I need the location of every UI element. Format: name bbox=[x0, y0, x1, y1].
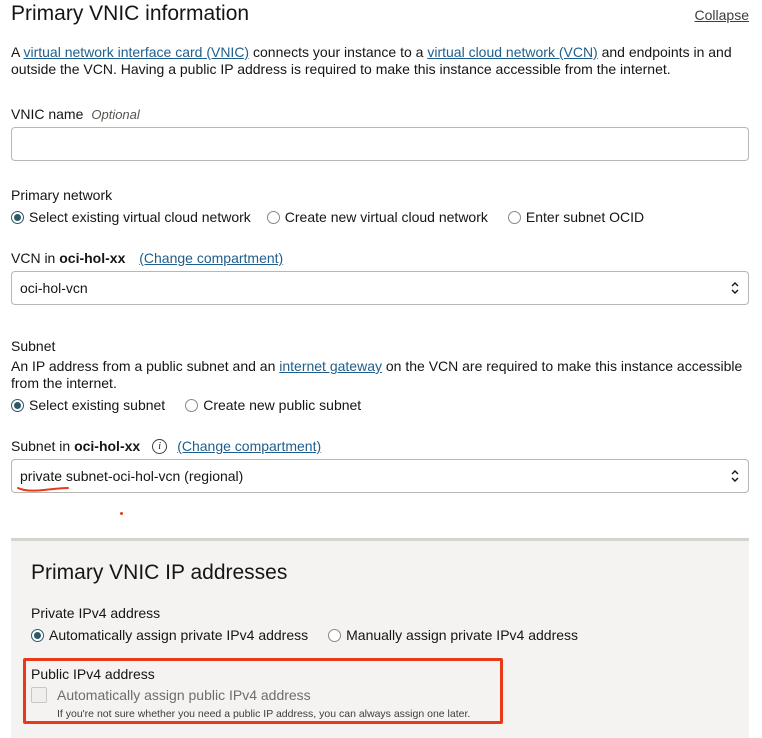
intro-text: A virtual network interface card (VNIC) … bbox=[11, 44, 746, 78]
radio-label: Select existing subnet bbox=[29, 397, 166, 413]
subnet-selected-value: private subnet-oci-hol-vcn (regional) bbox=[20, 468, 244, 484]
public-ipv4-help-text: If you're not sure whether you need a pu… bbox=[57, 708, 471, 720]
vcn-selected-value: oci-hol-vcn bbox=[20, 280, 88, 296]
optional-hint: Optional bbox=[91, 107, 140, 122]
radio-indicator[interactable] bbox=[31, 628, 44, 642]
radio-select-existing-subnet[interactable]: Select existing subnet bbox=[11, 397, 165, 413]
radio-indicator[interactable] bbox=[11, 398, 24, 412]
radio-manual-private-ipv4[interactable]: Manually assign private IPv4 address bbox=[328, 627, 578, 643]
radio-label: Enter subnet OCID bbox=[525, 209, 645, 225]
radio-auto-private-ipv4[interactable]: Automatically assign private IPv4 addres… bbox=[31, 627, 308, 643]
annotation-underline bbox=[17, 487, 69, 492]
vnic-name-input[interactable] bbox=[11, 127, 749, 161]
radio-label: Create new virtual cloud network bbox=[284, 209, 488, 225]
private-ipv4-radio-group: Automatically assign private IPv4 addres… bbox=[31, 627, 598, 643]
primary-network-label: Primary network bbox=[11, 187, 113, 203]
chevron-up-down-icon bbox=[730, 280, 740, 296]
subnet-label: Subnet bbox=[11, 338, 56, 354]
radio-indicator[interactable] bbox=[266, 210, 280, 224]
radio-label: Create new public subnet bbox=[203, 397, 362, 413]
vnic-name-label: VNIC name Optional bbox=[11, 106, 140, 122]
subnet-select[interactable]: private subnet-oci-hol-vcn (regional) bbox=[11, 459, 749, 493]
vnic-name-label-text: VNIC name bbox=[11, 106, 84, 122]
intro-text-2: connects your instance to a bbox=[249, 44, 428, 60]
ip-panel-title: Primary VNIC IP addresses bbox=[31, 561, 288, 584]
public-ipv4-checkbox-row[interactable]: Automatically assign public IPv4 address bbox=[31, 687, 311, 703]
section-title: Primary VNIC information bbox=[11, 2, 250, 25]
vcn-doc-link[interactable]: virtual cloud network (VCN) bbox=[427, 44, 597, 60]
subnet-change-compartment-link[interactable]: (Change compartment) bbox=[177, 438, 321, 454]
chevron-up-down-icon bbox=[730, 468, 740, 484]
info-icon[interactable]: i bbox=[152, 438, 168, 454]
subnet-select-label: Subnet in oci-hol-xx i (Change compartme… bbox=[11, 438, 321, 454]
radio-indicator[interactable] bbox=[328, 628, 342, 642]
public-ipv4-label: Public IPv4 address bbox=[31, 666, 155, 682]
primary-network-radio-group: Select existing virtual cloud network Cr… bbox=[11, 209, 664, 225]
radio-label: Automatically assign private IPv4 addres… bbox=[49, 627, 309, 643]
subnet-radio-group: Select existing subnet Create new public… bbox=[11, 397, 381, 413]
public-ipv4-checkbox[interactable] bbox=[31, 687, 47, 703]
subnet-description: An IP address from a public subnet and a… bbox=[11, 358, 749, 392]
subnet-select-label-prefix: Subnet in bbox=[11, 438, 75, 454]
vcn-label: VCN in oci-hol-xx (Change compartment) bbox=[11, 250, 283, 266]
vcn-change-compartment-link[interactable]: (Change compartment) bbox=[139, 250, 283, 266]
radio-indicator[interactable] bbox=[11, 210, 24, 224]
vcn-compartment-name: oci-hol-xx bbox=[59, 250, 126, 266]
radio-select-existing-vcn[interactable]: Select existing virtual cloud network bbox=[11, 209, 251, 225]
radio-label: Manually assign private IPv4 address bbox=[346, 627, 579, 643]
subnet-compartment-name: oci-hol-xx bbox=[74, 438, 141, 454]
collapse-link[interactable]: Collapse bbox=[695, 7, 749, 23]
internet-gateway-link[interactable]: internet gateway bbox=[279, 358, 382, 374]
radio-create-new-vcn[interactable]: Create new virtual cloud network bbox=[266, 209, 488, 225]
vnic-doc-link[interactable]: virtual network interface card (VNIC) bbox=[23, 44, 249, 60]
vcn-label-prefix: VCN in bbox=[11, 250, 60, 266]
public-ipv4-checkbox-label: Automatically assign public IPv4 address bbox=[57, 687, 311, 703]
private-ipv4-label: Private IPv4 address bbox=[31, 605, 161, 621]
radio-label: Select existing virtual cloud network bbox=[29, 209, 251, 225]
vcn-select[interactable]: oci-hol-vcn bbox=[11, 271, 749, 305]
radio-indicator[interactable] bbox=[185, 398, 199, 412]
radio-create-new-public-subnet[interactable]: Create new public subnet bbox=[185, 397, 361, 413]
radio-indicator[interactable] bbox=[507, 210, 521, 224]
annotation-dot bbox=[120, 512, 123, 515]
intro-text-1: A bbox=[11, 44, 24, 60]
subnet-desc-1: An IP address from a public subnet and a… bbox=[11, 358, 280, 374]
radio-enter-subnet-ocid[interactable]: Enter subnet OCID bbox=[507, 209, 645, 225]
